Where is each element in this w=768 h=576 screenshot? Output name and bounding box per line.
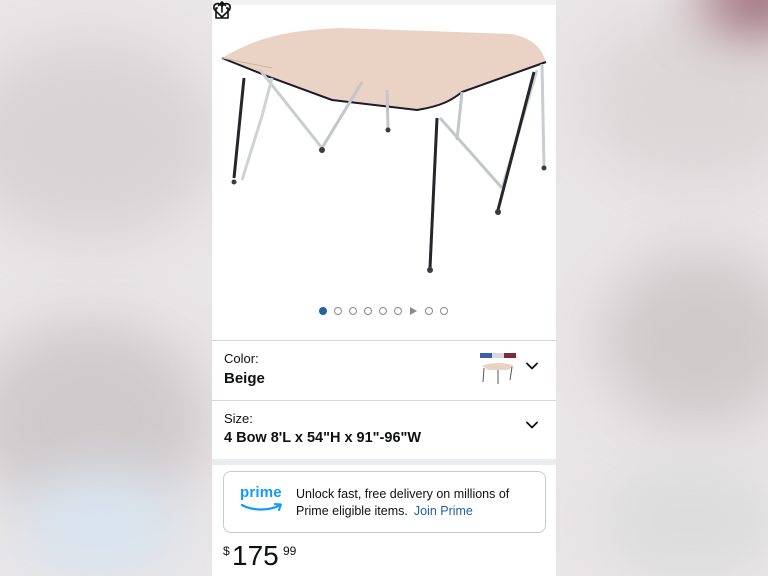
pagination-dot[interactable] <box>334 307 342 315</box>
currency-symbol: $ <box>223 544 230 558</box>
image-pagination[interactable] <box>319 307 448 315</box>
pagination-dot[interactable] <box>379 307 387 315</box>
pagination-dot[interactable] <box>319 307 327 315</box>
join-prime-link[interactable]: Join Prime <box>414 504 473 518</box>
size-selector[interactable]: Size: 4 Bow 8'L x 54"H x 91"-96"W <box>212 401 556 459</box>
size-value: 4 Bow 8'L x 54"H x 91"-96"W <box>224 430 422 446</box>
video-play-icon[interactable] <box>410 307 417 315</box>
section-divider <box>212 459 556 465</box>
color-label: Color: <box>224 351 259 366</box>
share-icon[interactable] <box>212 0 232 20</box>
pagination-dot[interactable] <box>364 307 372 315</box>
pagination-dot[interactable] <box>440 307 448 315</box>
pagination-dot[interactable] <box>394 307 402 315</box>
color-value: Beige <box>224 370 265 387</box>
pagination-dot[interactable] <box>425 307 433 315</box>
product-page: Color: Beige Size: 4 Bow 8'L x 54"H x 91… <box>212 0 556 576</box>
product-image[interactable] <box>212 0 556 330</box>
prime-promo-card[interactable]: prime Unlock fast, free delivery on mill… <box>223 471 546 533</box>
price-fraction: 99 <box>283 544 297 558</box>
chevron-down-icon[interactable] <box>525 418 539 432</box>
pagination-dot[interactable] <box>349 307 357 315</box>
prime-logo: prime <box>240 484 284 516</box>
size-label: Size: <box>224 411 253 426</box>
prime-message: Unlock fast, free delivery on millions o… <box>296 487 510 518</box>
price-whole: 175 <box>232 540 279 571</box>
color-swatch-thumbnail[interactable] <box>478 352 518 388</box>
chevron-down-icon[interactable] <box>525 359 539 373</box>
